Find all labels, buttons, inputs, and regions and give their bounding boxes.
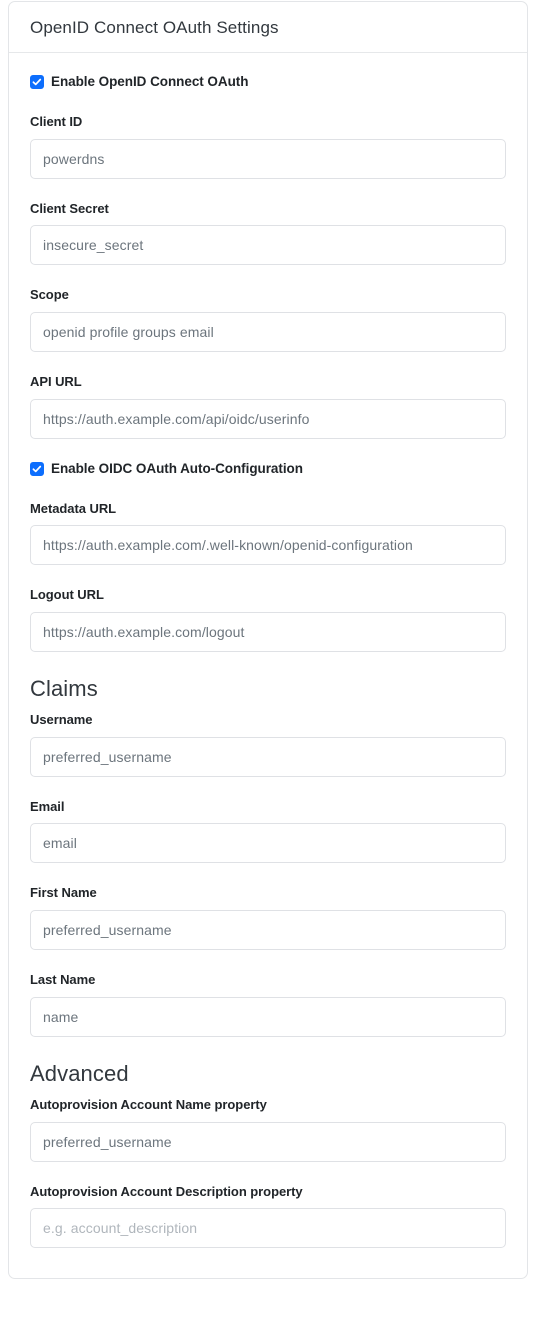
claim-username-label: Username bbox=[30, 712, 93, 728]
autoprovision-account-description-input[interactable]: e.g. account_description bbox=[30, 1208, 506, 1249]
form-group-claim-first-name: First Name preferred_username bbox=[30, 885, 506, 951]
claim-email-input[interactable]: email bbox=[30, 823, 506, 864]
scope-input[interactable]: openid profile groups email bbox=[30, 311, 506, 352]
client-secret-label: Client Secret bbox=[30, 200, 109, 216]
enable-oauth-label: Enable OpenID Connect OAuth bbox=[51, 74, 249, 89]
form-group-metadata-url: Metadata URL https://auth.example.com/.w… bbox=[30, 501, 506, 566]
autoprovision-account-name-label: Autoprovision Account Name property bbox=[30, 1096, 267, 1112]
check-icon bbox=[32, 78, 42, 86]
scope-label: Scope bbox=[30, 287, 69, 303]
checkbox-enable-oauth[interactable] bbox=[30, 75, 44, 90]
api-url-label: API URL bbox=[30, 373, 82, 389]
form-group-autoprovision-account-description: Autoprovision Account Description proper… bbox=[30, 1184, 506, 1249]
client-id-label: Client ID bbox=[30, 114, 83, 130]
claims-section: Claims Username preferred_username Email… bbox=[30, 676, 506, 1037]
autoprovision-account-name-input[interactable]: preferred_username bbox=[30, 1121, 506, 1162]
claim-first-name-label: First Name bbox=[30, 885, 97, 901]
enable-oauth-checkbox-row[interactable]: Enable OpenID Connect OAuth bbox=[30, 74, 506, 90]
claim-username-input[interactable]: preferred_username bbox=[30, 736, 506, 777]
enable-autoconfig-checkbox-row[interactable]: Enable OIDC OAuth Auto-Configuration bbox=[30, 461, 506, 477]
logout-url-input[interactable]: https://auth.example.com/logout bbox=[30, 611, 506, 652]
metadata-url-label: Metadata URL bbox=[30, 500, 117, 516]
form-group-api-url: API URL https://auth.example.com/api/oid… bbox=[30, 374, 506, 439]
client-id-input[interactable]: powerdns bbox=[30, 138, 506, 179]
advanced-section-heading: Advanced bbox=[30, 1060, 129, 1086]
form-group-claim-last-name: Last Name name bbox=[30, 972, 506, 1037]
card-body: Enable OpenID Connect OAuth Client ID po… bbox=[9, 53, 527, 1278]
claim-email-label: Email bbox=[30, 798, 65, 814]
api-url-input[interactable]: https://auth.example.com/api/oidc/userin… bbox=[30, 398, 506, 439]
form-group-autoprovision-account-name: Autoprovision Account Name property pref… bbox=[30, 1097, 506, 1162]
check-icon bbox=[32, 465, 42, 472]
form-group-claim-username: Username preferred_username bbox=[30, 712, 506, 777]
claim-last-name-label: Last Name bbox=[30, 972, 96, 988]
form-group-client-secret: Client Secret insecure_secret bbox=[30, 201, 506, 266]
oidc-settings-card: OpenID Connect OAuth Settings Enable Ope… bbox=[8, 1, 528, 1280]
claims-section-heading: Claims bbox=[30, 675, 98, 701]
page-title: OpenID Connect OAuth Settings bbox=[30, 17, 279, 37]
advanced-section: Advanced Autoprovision Account Name prop… bbox=[30, 1060, 506, 1249]
enable-autoconfig-label: Enable OIDC OAuth Auto-Configuration bbox=[51, 460, 303, 476]
form-group-scope: Scope openid profile groups email bbox=[30, 287, 506, 352]
claim-last-name-input[interactable]: name bbox=[30, 996, 506, 1037]
form-group-logout-url: Logout URL https://auth.example.com/logo… bbox=[30, 587, 506, 652]
autoprovision-account-description-label: Autoprovision Account Description proper… bbox=[30, 1183, 303, 1199]
checkbox-enable-autoconfig[interactable] bbox=[30, 461, 44, 476]
oidc-settings-page: OpenID Connect OAuth Settings Enable Ope… bbox=[0, 0, 542, 1317]
card-header: OpenID Connect OAuth Settings bbox=[9, 2, 527, 53]
claim-first-name-input[interactable]: preferred_username bbox=[30, 910, 506, 951]
metadata-url-input[interactable]: https://auth.example.com/.well-known/ope… bbox=[30, 525, 506, 566]
form-group-client-id: Client ID powerdns bbox=[30, 114, 506, 179]
logout-url-label: Logout URL bbox=[30, 587, 104, 603]
client-secret-input[interactable]: insecure_secret bbox=[30, 225, 506, 266]
form-group-claim-email: Email email bbox=[30, 799, 506, 864]
